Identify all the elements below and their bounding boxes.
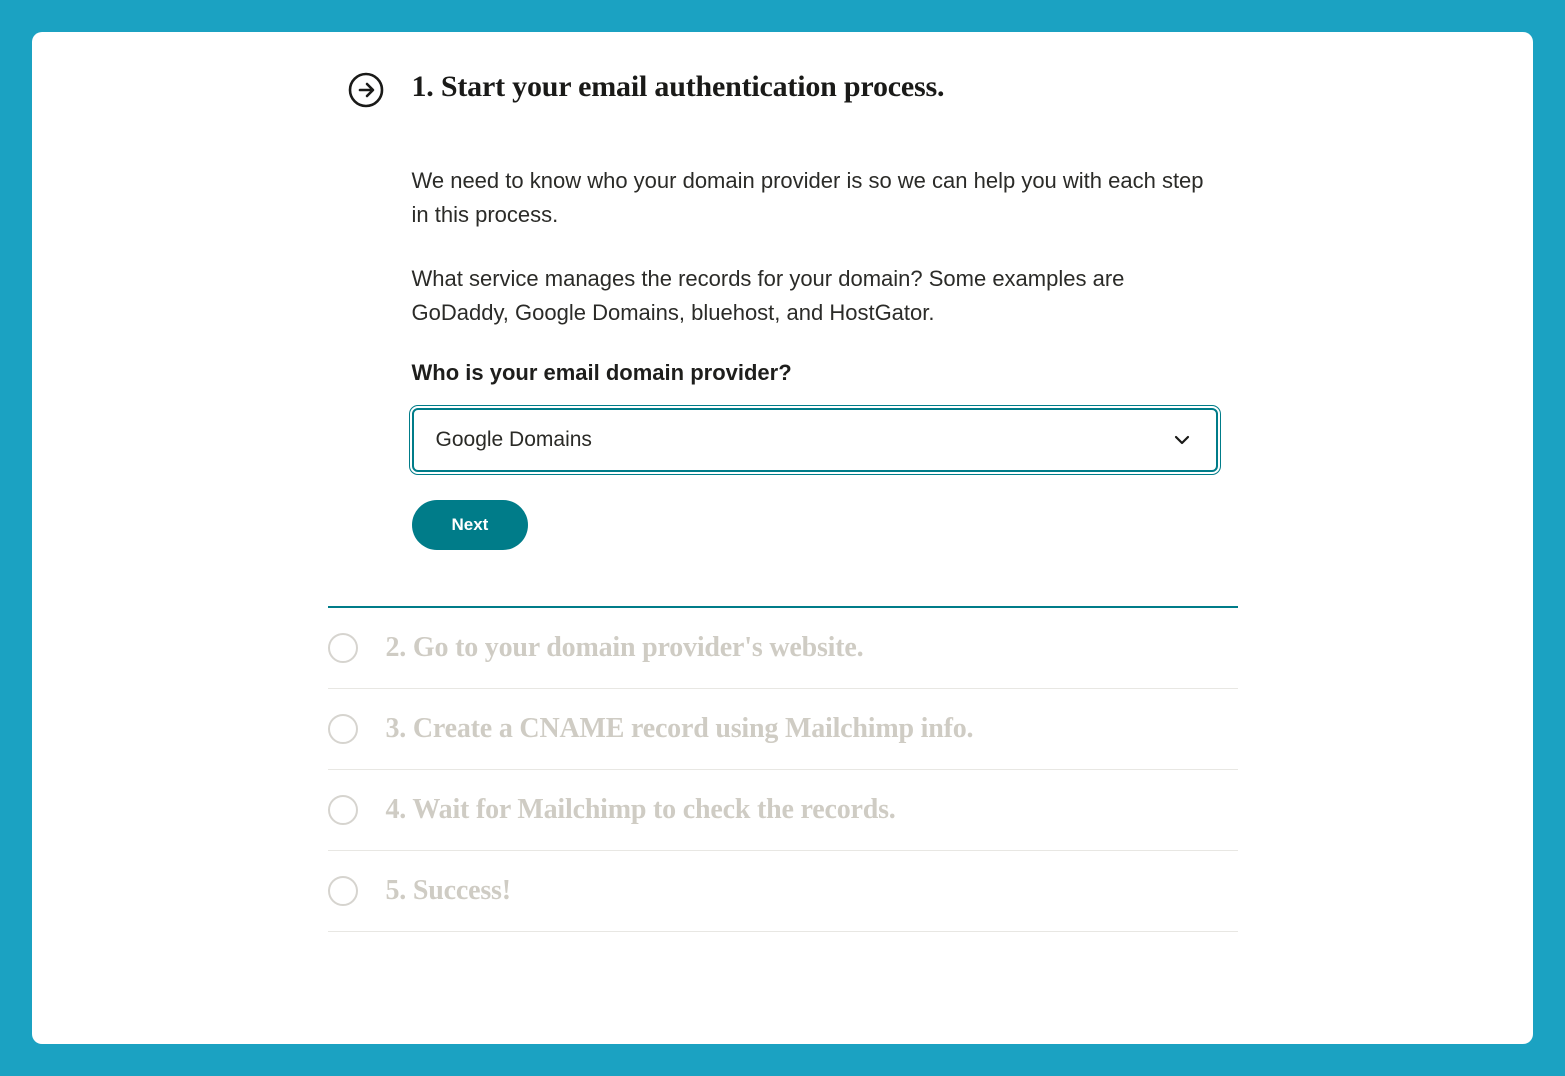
step-status-empty-icon [328,876,358,906]
step-status-empty-icon [328,714,358,744]
next-button[interactable]: Next [412,500,529,550]
future-steps-list: 2. Go to your domain provider's website.… [328,608,1238,932]
step-1-intro-2: What service manages the records for you… [412,262,1218,330]
step-3-title: 3. Create a CNAME record using Mailchimp… [386,713,974,745]
provider-field-label: Who is your email domain provider? [412,360,1218,386]
wizard-inner: 1. Start your email authentication proce… [178,32,1388,932]
step-2-title: 2. Go to your domain provider's website. [386,632,864,664]
provider-select[interactable]: Google Domains [412,408,1218,472]
step-1-header: 1. Start your email authentication proce… [348,70,1218,108]
provider-select-wrap: Google Domains [412,408,1218,472]
arrow-right-circle-icon [348,72,384,108]
step-2-row[interactable]: 2. Go to your domain provider's website. [328,608,1238,689]
step-4-row[interactable]: 4. Wait for Mailchimp to check the recor… [328,770,1238,851]
step-3-row[interactable]: 3. Create a CNAME record using Mailchimp… [328,689,1238,770]
step-1-intro-1: We need to know who your domain provider… [412,164,1218,232]
step-1-title: 1. Start your email authentication proce… [412,70,945,104]
step-4-title: 4. Wait for Mailchimp to check the recor… [386,794,896,826]
step-5-title: 5. Success! [386,875,511,907]
step-5-row[interactable]: 5. Success! [328,851,1238,932]
wizard-card: 1. Start your email authentication proce… [32,32,1533,1044]
step-status-empty-icon [328,633,358,663]
step-1-active: 1. Start your email authentication proce… [348,32,1218,606]
step-1-body: We need to know who your domain provider… [412,164,1218,550]
step-status-empty-icon [328,795,358,825]
